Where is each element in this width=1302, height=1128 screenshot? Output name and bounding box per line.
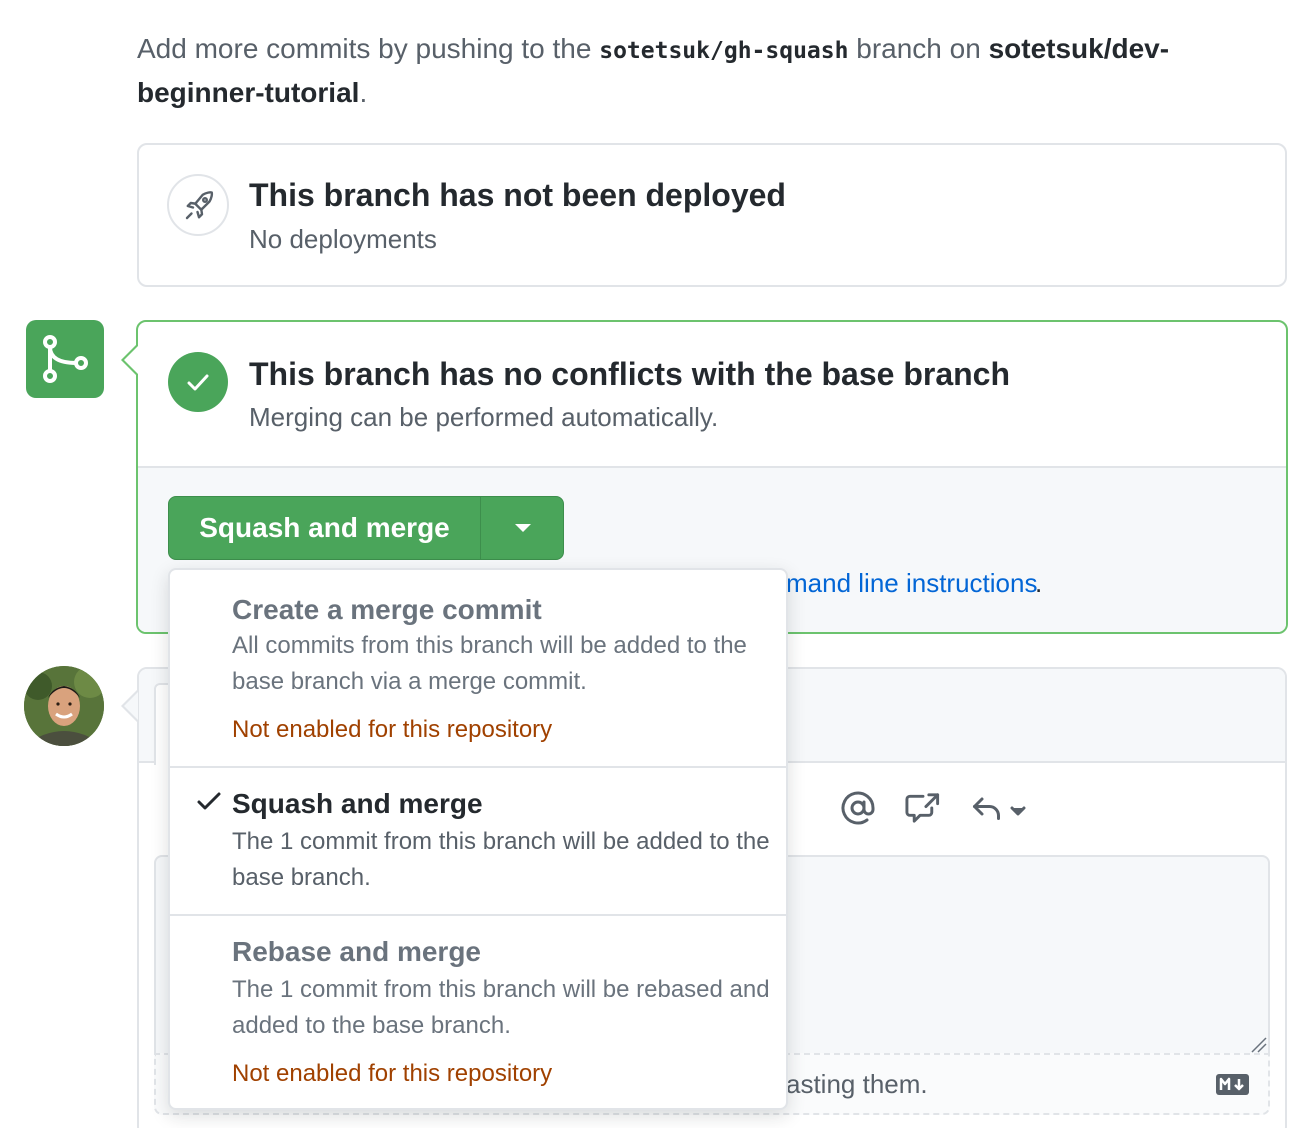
timeline-pointer-fill xyxy=(124,346,138,374)
option-description: All commits from this branch will be add… xyxy=(232,632,747,695)
deployment-status-box xyxy=(137,143,1287,287)
menu-option-squash-and-merge[interactable]: Squash and merge The 1 commit from this … xyxy=(170,768,786,914)
cross-reference-icon[interactable] xyxy=(904,790,942,831)
option-description: The 1 commit from this branch will be ad… xyxy=(232,828,770,891)
merge-status-subtitle: Merging can be performed automatically. xyxy=(249,402,719,432)
merge-method-menu: Create a merge commit All commits from t… xyxy=(168,568,788,1110)
comment-pointer-fill xyxy=(124,692,138,720)
squash-and-merge-button[interactable]: Squash and merge xyxy=(169,497,481,559)
reply-icon[interactable] xyxy=(970,790,1030,831)
triangle-down-icon xyxy=(515,524,531,532)
git-merge-icon xyxy=(26,320,104,398)
option-title: Rebase and merge xyxy=(232,936,481,967)
option-warning: Not enabled for this repository xyxy=(232,1060,553,1087)
option-title: Create a merge commit xyxy=(232,594,542,625)
attach-files-hint: asting them. xyxy=(786,1069,928,1099)
push-instructions-suffix: . xyxy=(359,77,368,108)
command-line-instructions-link[interactable]: mand line instructions xyxy=(786,568,1037,599)
command-line-instructions-period: . xyxy=(1035,568,1043,598)
deployment-subtitle: No deployments xyxy=(249,224,437,254)
option-warning: Not enabled for this repository xyxy=(232,716,553,743)
push-instructions-prefix: Add more commits by pushing to the xyxy=(137,33,600,64)
avatar[interactable] xyxy=(24,666,104,746)
menu-option-create-merge-commit[interactable]: Create a merge commit All commits from t… xyxy=(170,570,786,766)
menu-option-rebase-and-merge[interactable]: Rebase and merge The 1 commit from this … xyxy=(170,916,786,1108)
merge-button-group: Squash and merge xyxy=(168,496,564,560)
merge-method-dropdown-toggle[interactable] xyxy=(482,497,563,559)
option-description: The 1 commit from this branch will be re… xyxy=(232,976,770,1039)
markdown-icon[interactable] xyxy=(1216,1074,1249,1095)
deployment-title: This branch has not been deployed xyxy=(249,177,786,213)
merge-status-title: This branch has no conflicts with the ba… xyxy=(249,356,1011,392)
checkmark-icon xyxy=(196,790,222,819)
push-instructions-middle: branch on xyxy=(848,33,989,64)
rocket-icon xyxy=(167,174,229,236)
check-icon xyxy=(168,352,228,412)
mention-icon[interactable] xyxy=(840,790,876,831)
push-instructions: Add more commits by pushing to the sotet… xyxy=(137,28,1267,114)
head-branch-name: sotetsuk/gh-squash xyxy=(599,38,849,64)
option-title: Squash and merge xyxy=(232,788,483,819)
